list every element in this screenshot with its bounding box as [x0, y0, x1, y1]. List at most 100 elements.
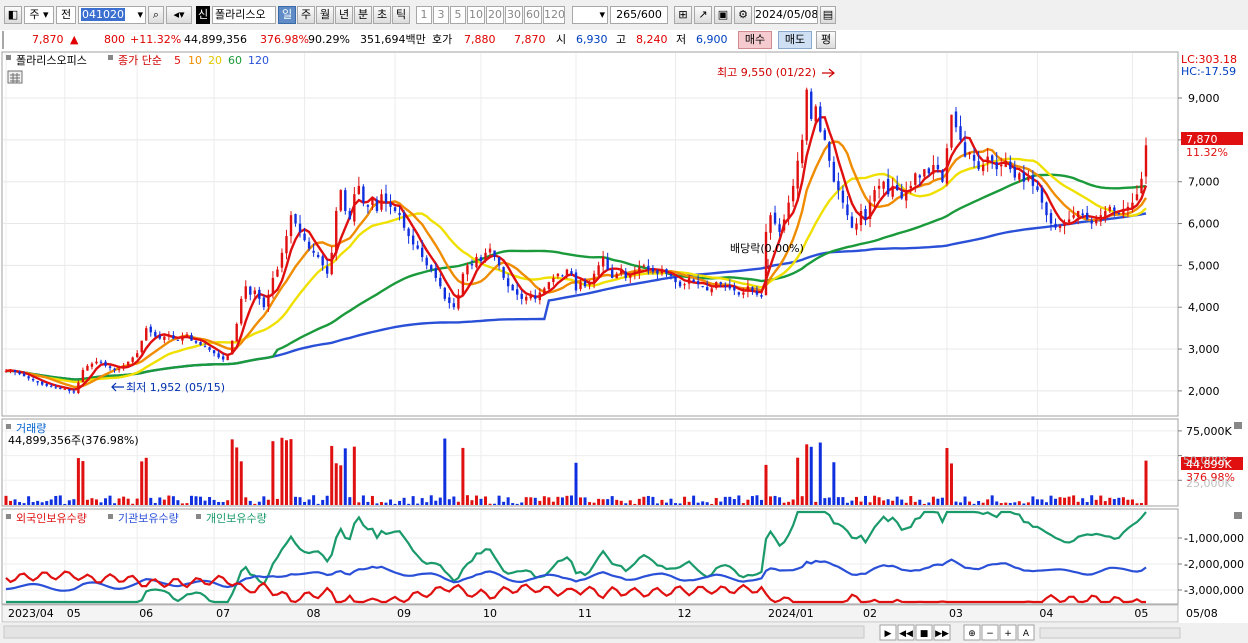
volume-bar	[832, 462, 836, 505]
candle-body	[244, 286, 247, 299]
price-tick-label: 3,000	[1188, 343, 1220, 356]
volume-bar	[845, 502, 849, 505]
minute-tab[interactable]: 10	[467, 6, 485, 24]
minute-tab[interactable]: 1	[416, 6, 432, 24]
candle-body	[230, 340, 234, 355]
volume-bar	[465, 495, 469, 505]
minute-tab[interactable]: 60	[524, 6, 542, 24]
plus-icon[interactable]: +	[999, 624, 1017, 641]
period-tab[interactable]: 년	[335, 6, 353, 24]
candle-body	[303, 233, 306, 241]
chart-type-icon[interactable]: ⊞	[674, 6, 692, 24]
stock-chart[interactable]: 9,0008,0007,0006,0005,0004,0003,0002,000…	[0, 50, 1248, 643]
volume-bar	[67, 500, 71, 505]
candle-body	[683, 284, 686, 286]
period-tab[interactable]: 주	[297, 6, 315, 24]
volume-bar	[692, 495, 696, 505]
period-tab[interactable]: 월	[316, 6, 334, 24]
volume-bar	[606, 499, 610, 505]
candle-body	[895, 184, 899, 191]
date-field[interactable]: 2024/05/08	[754, 6, 818, 24]
draw-tool-icon[interactable]: ↗	[694, 6, 712, 24]
candle-body	[1045, 202, 1048, 216]
candle-body	[1095, 219, 1098, 224]
stock-name[interactable]: 폴라리스오	[212, 6, 276, 24]
candle-body	[620, 269, 623, 274]
minute-tab[interactable]: 3	[433, 6, 449, 24]
rewind-icon[interactable]: ◀◀	[897, 624, 915, 641]
play-icon[interactable]: ▶	[879, 624, 897, 641]
A-icon[interactable]: A	[1017, 624, 1035, 641]
period-tab[interactable]: 분	[354, 6, 372, 24]
candle-body	[77, 382, 80, 394]
minute-tab[interactable]: 20	[486, 6, 504, 24]
settings-icon[interactable]: ⚙	[734, 6, 752, 24]
period-tab[interactable]: 일	[278, 6, 296, 24]
volume-bar	[873, 495, 877, 505]
svg-text:▶: ▶	[885, 629, 892, 639]
save-icon[interactable]: ▣	[714, 6, 732, 24]
volume-bar	[221, 502, 225, 505]
volume-bar	[393, 503, 397, 505]
candle-body	[669, 274, 673, 276]
price-tick-label: 6,000	[1188, 218, 1220, 231]
candle-body	[710, 288, 713, 293]
candle-body	[380, 194, 383, 210]
candle-body	[719, 282, 722, 285]
eval-button[interactable]: 평	[816, 31, 836, 49]
scrollbar[interactable]	[3, 625, 865, 639]
holder-panel-close[interactable]	[1234, 512, 1242, 519]
candle-body	[131, 357, 134, 362]
volume-bar	[153, 502, 157, 505]
candle-body	[321, 256, 324, 266]
search-icon[interactable]: ⌕	[148, 6, 164, 24]
unit-select[interactable]: ▾	[572, 6, 608, 24]
candle-body	[633, 271, 637, 275]
sell-button[interactable]: 매도	[778, 31, 812, 49]
minute-tab[interactable]: 120	[543, 6, 565, 24]
minute-tab[interactable]: 5	[450, 6, 466, 24]
period-tab[interactable]: 틱	[392, 6, 410, 24]
count-field[interactable]: 265/600	[610, 6, 668, 24]
volume-bar	[601, 499, 605, 505]
candle-body	[86, 365, 89, 371]
window-menu-icon[interactable]: ◧	[4, 6, 22, 24]
volume-bar	[447, 499, 451, 505]
market-select[interactable]: 주 ▾	[24, 6, 54, 24]
volume-panel-close[interactable]	[1234, 422, 1242, 429]
candle-body	[647, 265, 650, 270]
stop-icon[interactable]: ■	[915, 624, 933, 641]
candle-body	[950, 114, 953, 148]
volume-bar	[986, 499, 990, 505]
ma-10: 10	[188, 54, 202, 67]
candle-body	[882, 181, 885, 189]
holder-title-inst: 기관보유수량	[118, 512, 179, 525]
buy-button[interactable]: 매수	[738, 31, 772, 49]
period-tab[interactable]: 초	[373, 6, 391, 24]
x-axis-label: 05	[67, 607, 81, 620]
volume-bar	[411, 496, 415, 505]
volume-bar	[266, 499, 270, 505]
volume-bar	[999, 503, 1003, 505]
candle-body	[561, 275, 564, 277]
new-flag: 신	[196, 6, 210, 24]
volume-bar	[936, 498, 940, 505]
holder-title-foreign: 외국인보유수량	[16, 512, 87, 525]
volume-bar	[778, 497, 782, 505]
volume-bar	[719, 501, 723, 505]
candle-body	[140, 340, 143, 353]
candle-body	[402, 212, 406, 228]
candle-body	[638, 267, 641, 274]
forward-icon[interactable]: ▶▶	[933, 624, 951, 641]
candle-body	[185, 334, 189, 338]
speaker-icon[interactable]: ◂▾	[166, 6, 192, 24]
prev-select[interactable]: 전	[56, 6, 76, 24]
volume-bar	[895, 496, 899, 505]
volume-bar	[551, 501, 555, 505]
zoom-in-icon[interactable]: ⊕	[963, 624, 981, 641]
minute-tab[interactable]: 30	[505, 6, 523, 24]
volume-bar	[262, 496, 266, 505]
code-input[interactable]: 041020 ▾	[78, 6, 146, 24]
zoom-out-icon[interactable]: −	[981, 624, 999, 641]
calendar-icon[interactable]: ▤	[820, 6, 836, 24]
